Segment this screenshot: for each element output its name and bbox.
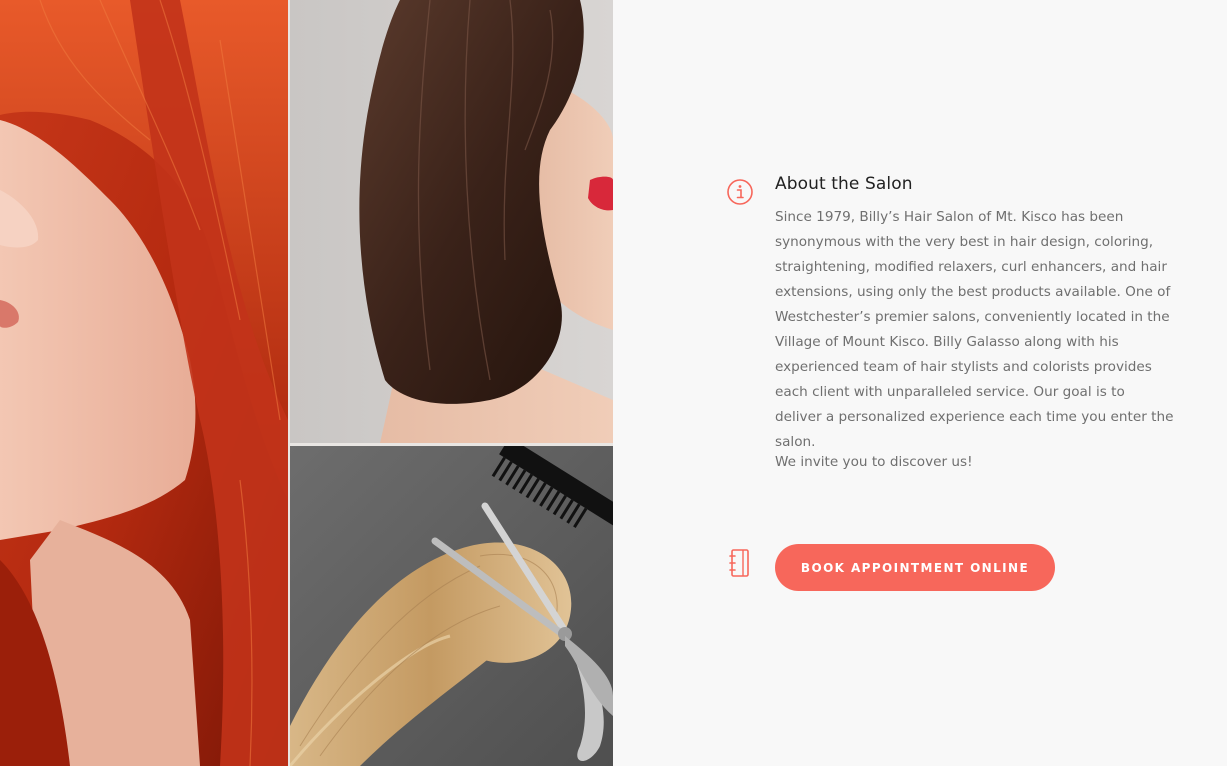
book-appointment-button[interactable]: BOOK APPOINTMENT ONLINE	[775, 544, 1055, 591]
red-hair-woman-photo	[0, 0, 288, 766]
about-title: About the Salon	[775, 174, 913, 194]
photo-collage	[0, 0, 613, 766]
about-description: Since 1979, Billy’s Hair Salon of Mt. Ki…	[775, 209, 1174, 450]
brunette-bob-woman-photo	[290, 0, 613, 443]
about-invite-text: We invite you to discover us!	[775, 454, 973, 470]
scissors-comb-blonde-hair-photo	[290, 446, 613, 766]
about-section: About the Salon Since 1979, Billy’s Hair…	[0, 0, 1227, 766]
info-circle-icon	[726, 178, 754, 206]
notebook-icon	[728, 548, 752, 578]
